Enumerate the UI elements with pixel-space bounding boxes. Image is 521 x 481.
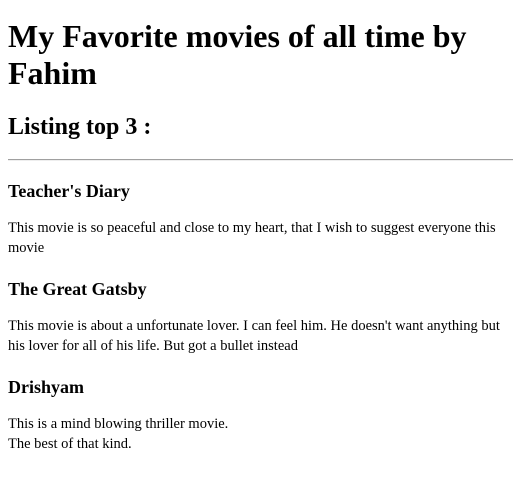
movie-entry-3: Drishyam This is a mind blowing thriller…: [8, 377, 513, 454]
movie-entry-1: Teacher's Diary This movie is so peacefu…: [8, 181, 513, 258]
page-body: My Favorite movies of all time by Fahim …: [0, 0, 521, 454]
description-line: This is a mind blowing thriller movie.: [8, 416, 229, 432]
movie-title: Teacher's Diary: [8, 181, 130, 201]
movie-description: This movie is about a unfortunate lover.…: [8, 318, 500, 354]
movie-entry-2: The Great Gatsby This movie is about a u…: [8, 279, 513, 356]
divider: [8, 159, 513, 161]
page-subtitle: Listing top 3 :: [8, 114, 152, 140]
movie-description: This is a mind blowing thriller movie. T…: [8, 414, 513, 454]
movie-description: This movie is so peaceful and close to m…: [8, 220, 496, 256]
description-line: The best of that kind.: [8, 436, 132, 452]
page-title: My Favorite movies of all time by Fahim: [8, 18, 467, 91]
movie-title: The Great Gatsby: [8, 279, 147, 299]
movie-title: Drishyam: [8, 377, 84, 397]
